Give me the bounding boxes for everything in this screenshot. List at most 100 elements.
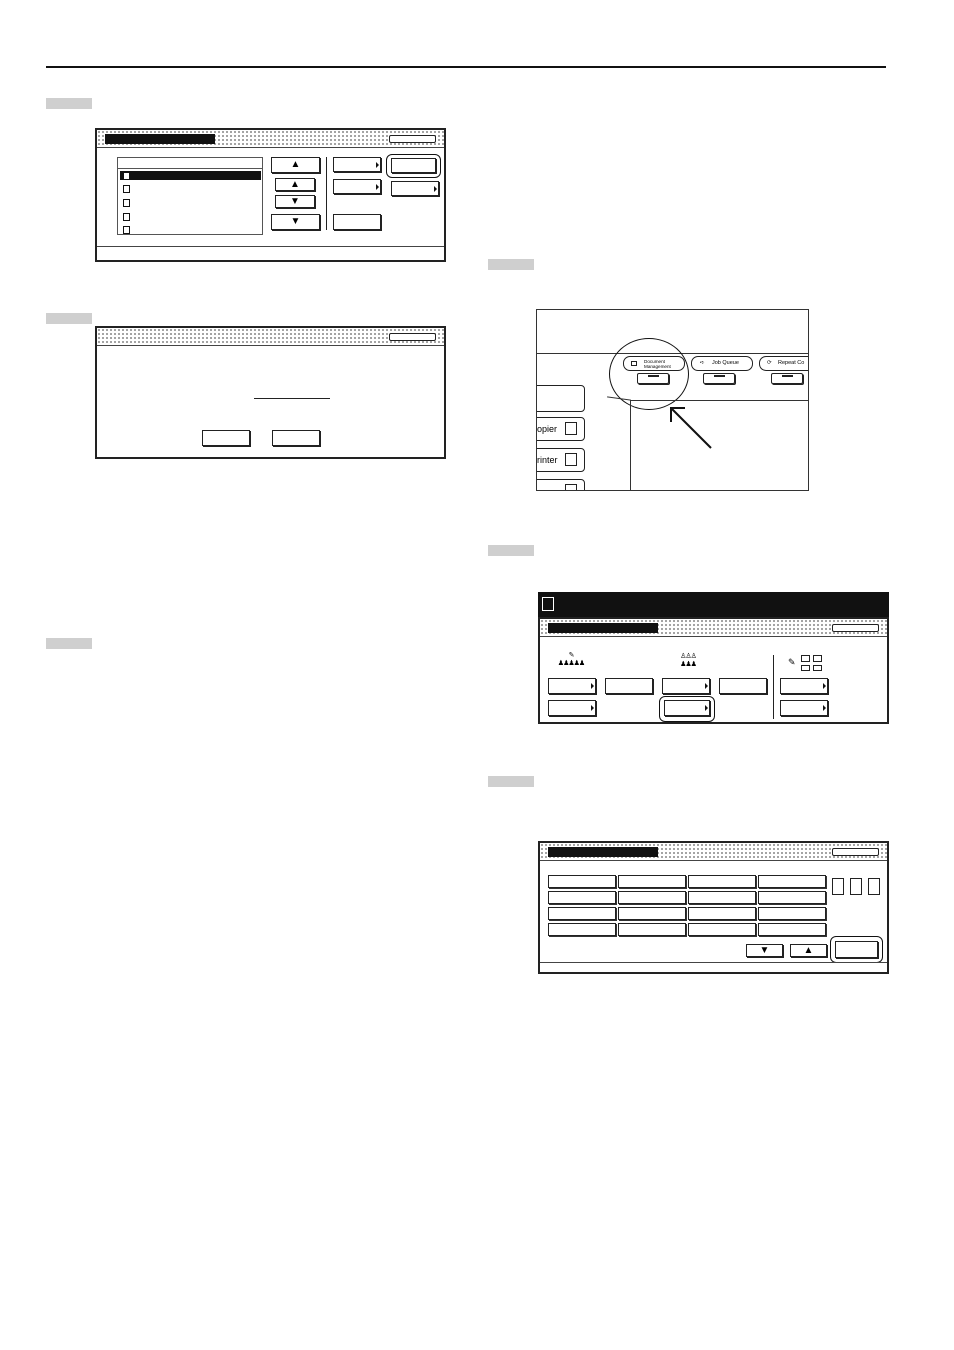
highlighted-button[interactable] xyxy=(664,700,710,716)
document-list-screen: ▲ ▲ ▼ ▼ xyxy=(95,128,446,262)
form-box-icon: ✎ xyxy=(786,654,826,674)
printer-icon xyxy=(565,453,577,466)
box-cell[interactable] xyxy=(618,891,686,904)
repeat-copy-key[interactable] xyxy=(771,373,803,384)
digit-box xyxy=(850,878,862,895)
document-icon xyxy=(123,213,130,221)
confirm-button[interactable] xyxy=(202,430,250,446)
list-item[interactable] xyxy=(120,198,261,207)
box-cell[interactable] xyxy=(688,907,756,920)
control-panel-illustration: Document Management ➪ Job Queue ⟳ Repeat… xyxy=(536,309,809,491)
scroll-up-button[interactable]: ▲ xyxy=(790,944,827,957)
document-icon xyxy=(542,597,554,611)
repeat-icon: ⟳ xyxy=(767,360,772,366)
scroll-down-button[interactable]: ▼ xyxy=(746,944,783,957)
side-key-printer[interactable]: rinter xyxy=(537,448,585,472)
box-cell[interactable] xyxy=(548,923,616,936)
step-marker xyxy=(46,638,92,649)
confirmation-screen xyxy=(95,326,446,459)
menu-button[interactable] xyxy=(662,678,710,694)
box-cell[interactable] xyxy=(618,907,686,920)
box-cell[interactable] xyxy=(688,891,756,904)
box-cell[interactable] xyxy=(548,875,616,888)
menu-button[interactable] xyxy=(333,157,381,172)
up-arrow-icon: ▲ xyxy=(290,178,300,190)
close-button[interactable] xyxy=(832,624,879,632)
action-button[interactable] xyxy=(333,214,381,230)
step-marker xyxy=(488,545,534,556)
down-arrow-icon: ▼ xyxy=(759,944,770,956)
menu-button[interactable] xyxy=(391,181,439,196)
tab-label: Repeat Co xyxy=(778,360,805,366)
divider xyxy=(773,655,774,719)
cancel-button[interactable] xyxy=(272,430,320,446)
synergy-box-icon: ♙♙♙ ♟♟♟ xyxy=(680,653,697,668)
box-cell[interactable] xyxy=(618,875,686,888)
menu-button[interactable] xyxy=(780,678,828,694)
page-down-button[interactable]: ▼ xyxy=(271,214,320,230)
scroll-up-button[interactable]: ▲ xyxy=(275,178,315,191)
menu-button[interactable] xyxy=(605,678,653,694)
scroll-down-button[interactable]: ▼ xyxy=(275,195,315,208)
document-icon xyxy=(123,226,130,234)
copier-icon xyxy=(565,422,577,435)
box-cell[interactable] xyxy=(548,891,616,904)
menu-button[interactable] xyxy=(780,700,828,716)
up-arrow-icon: ▲ xyxy=(290,159,301,170)
box-cell[interactable] xyxy=(618,923,686,936)
highlighted-button[interactable] xyxy=(391,158,436,173)
step-marker xyxy=(46,313,92,324)
close-button[interactable] xyxy=(389,333,436,341)
screen-title-bar xyxy=(548,847,658,857)
step-marker xyxy=(488,259,534,270)
box-cell[interactable] xyxy=(758,875,826,888)
box-cell[interactable] xyxy=(688,923,756,936)
menu-button[interactable] xyxy=(548,700,596,716)
menu-button[interactable] xyxy=(548,678,596,694)
digit-box xyxy=(868,878,880,895)
list-item-selected[interactable] xyxy=(120,171,261,180)
side-key[interactable] xyxy=(537,479,585,490)
side-key-copier[interactable]: opier xyxy=(537,417,585,441)
screen-top-banner xyxy=(538,592,889,617)
job-queue-key[interactable] xyxy=(703,373,735,384)
pointer-arrow-icon xyxy=(670,407,712,449)
list-item[interactable] xyxy=(120,225,261,234)
list-item[interactable] xyxy=(120,212,261,221)
close-button[interactable] xyxy=(832,848,879,856)
menu-button[interactable] xyxy=(333,179,381,194)
side-key[interactable] xyxy=(537,385,585,412)
document-icon xyxy=(123,199,130,207)
status-line xyxy=(97,246,444,247)
box-cell[interactable] xyxy=(758,891,826,904)
screen-title-bar xyxy=(105,134,215,144)
up-arrow-icon: ▲ xyxy=(803,944,814,956)
box-cell[interactable] xyxy=(548,907,616,920)
status-line xyxy=(540,962,887,963)
menu-button[interactable] xyxy=(719,678,767,694)
close-button[interactable] xyxy=(389,135,436,143)
box-cell[interactable] xyxy=(758,923,826,936)
side-key-label: opier xyxy=(537,424,558,434)
fax-icon xyxy=(565,484,577,490)
box-grid-screen: ▼ ▲ xyxy=(538,841,889,974)
document-management-screen: ✎ ♟♟♟♟♟ ♙♙♙ ♟♟♟ ✎ xyxy=(538,617,889,724)
document-icon xyxy=(123,185,130,193)
list-item[interactable] xyxy=(120,184,261,193)
down-arrow-icon: ▼ xyxy=(290,216,301,227)
box-cell[interactable] xyxy=(758,907,826,920)
step-marker xyxy=(488,776,534,787)
side-key-label: rinter xyxy=(537,455,558,465)
divider xyxy=(326,157,327,230)
highlighted-button[interactable] xyxy=(835,941,878,958)
digit-box xyxy=(832,878,844,895)
document-list xyxy=(117,157,263,235)
page-up-button[interactable]: ▲ xyxy=(271,157,320,173)
tab-job-queue[interactable]: ➪ Job Queue xyxy=(691,356,753,371)
arrow-circle-icon: ➪ xyxy=(700,360,705,366)
input-underline xyxy=(254,398,330,399)
screen-title-bar xyxy=(548,623,658,633)
document-icon xyxy=(123,172,130,180)
box-cell[interactable] xyxy=(688,875,756,888)
tab-repeat-copy[interactable]: ⟳ Repeat Co xyxy=(759,356,808,371)
